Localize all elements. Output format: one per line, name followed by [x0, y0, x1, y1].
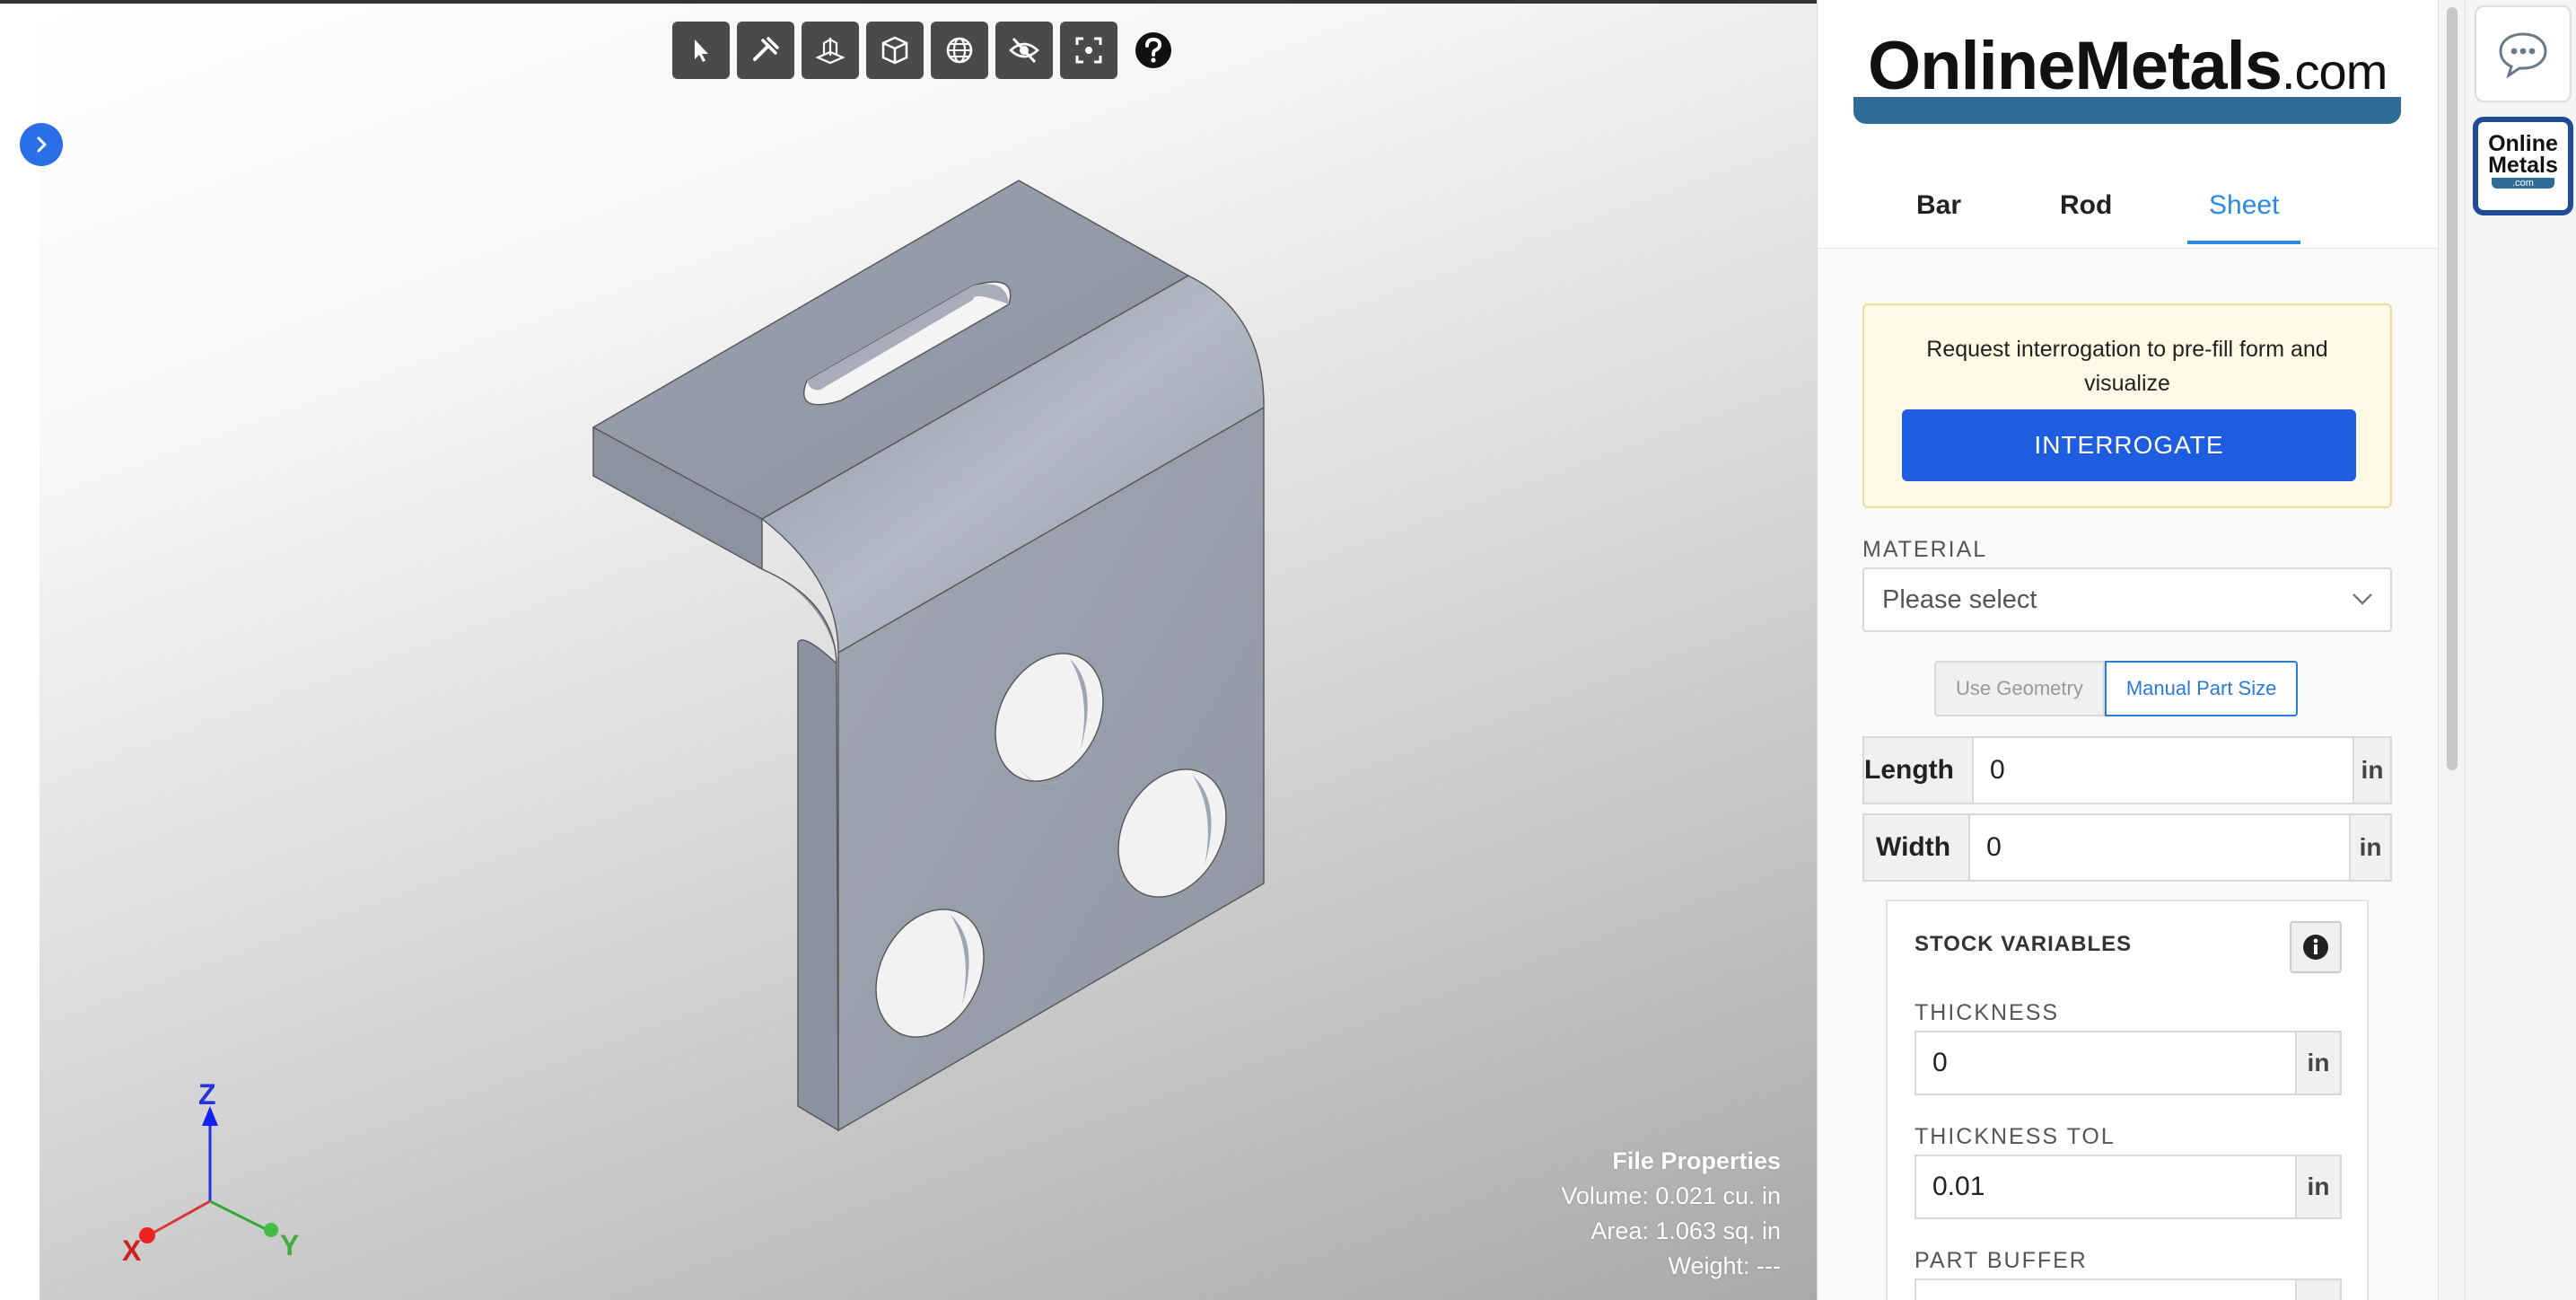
thickness-label: THICKNESS — [1914, 1000, 2060, 1025]
file-weight: Weight: --- — [1668, 1252, 1781, 1279]
interrogate-button[interactable]: INTERROGATE — [1902, 409, 2356, 481]
width-unit: in — [2349, 813, 2392, 882]
expand-sidebar-button[interactable] — [20, 123, 63, 166]
quote-panel: OnlineMetals.com Bar Rod Sheet Request i… — [1817, 0, 2438, 1300]
length-row: Length in — [1862, 736, 2392, 804]
left-strip — [0, 0, 39, 1300]
onlinemetals-app-button[interactable]: Online Metals .com — [2473, 117, 2573, 215]
app-logo-line1: Online — [2488, 131, 2558, 156]
interrogate-callout: Request interrogation to pre-fill form a… — [1862, 303, 2392, 508]
thickness-tol-unit: in — [2295, 1155, 2342, 1219]
part-buffer-label: PART BUFFER — [1914, 1248, 2088, 1273]
manual-part-size-button[interactable]: Manual Part Size — [2104, 661, 2299, 716]
length-label: Length — [1862, 736, 1974, 804]
file-properties: File Properties Volume: 0.021 cu. in Are… — [1561, 1144, 1781, 1284]
app-logo-line2: Metals — [2488, 153, 2558, 178]
size-mode-toggle: Use Geometry Manual Part Size — [1934, 661, 2299, 716]
info-icon — [2303, 935, 2328, 960]
stock-info-button[interactable] — [2290, 921, 2342, 973]
stock-variables-title: STOCK VARIABLES — [1914, 932, 2133, 956]
chevron-right-icon — [37, 136, 47, 153]
file-volume: Volume: 0.021 cu. in — [1561, 1182, 1781, 1209]
brand-name: OnlineMetals — [1868, 28, 2282, 104]
material-label: MATERIAL — [1862, 537, 1988, 562]
brand-suffix: .com — [2282, 43, 2388, 100]
thickness-row: in — [1914, 1031, 2342, 1095]
part-buffer-input[interactable] — [1914, 1278, 2295, 1300]
stock-type-tabs: Bar Rod Sheet — [1818, 163, 2438, 249]
z-axis-label: Z — [198, 1078, 216, 1111]
thickness-tol-row: in — [1914, 1155, 2342, 1219]
stock-variables-section: STOCK VARIABLES THICKNESS in THICKNESS T… — [1886, 900, 2369, 1300]
tab-rod[interactable]: Rod — [2060, 190, 2112, 241]
chat-bubble-icon — [2499, 32, 2547, 79]
3d-viewport[interactable]: Z X Y File Properties Volume: 0.021 cu. … — [39, 0, 1817, 1300]
file-area: Area: 1.063 sq. in — [1590, 1217, 1781, 1244]
thickness-input[interactable] — [1914, 1031, 2295, 1095]
chevron-down-icon — [2353, 593, 2372, 605]
panel-scrollbar[interactable] — [2438, 0, 2466, 1300]
length-unit: in — [2352, 736, 2392, 804]
brand-underline — [1853, 97, 2401, 124]
interrogate-message: Request interrogation to pre-fill form a… — [1926, 337, 2328, 396]
thickness-unit: in — [2295, 1031, 2342, 1095]
width-row: Width in — [1862, 813, 2392, 882]
width-label: Width — [1862, 813, 1971, 882]
width-input[interactable] — [1970, 813, 2350, 882]
tab-sheet[interactable]: Sheet — [2187, 190, 2301, 244]
material-select[interactable]: Please select — [1862, 567, 2392, 632]
brand-logo: OnlineMetals.com — [1868, 27, 2388, 105]
y-axis-label: Y — [280, 1229, 299, 1261]
axis-triad: Z X Y — [122, 1078, 299, 1267]
part-buffer-row — [1914, 1278, 2342, 1300]
material-select-value: Please select — [1882, 585, 2037, 614]
brand-header: OnlineMetals.com — [1818, 0, 2438, 164]
thickness-tol-label: THICKNESS TOL — [1914, 1124, 2116, 1149]
file-properties-title: File Properties — [1612, 1147, 1781, 1174]
use-geometry-button[interactable]: Use Geometry — [1934, 661, 2105, 716]
part-buffer-unit — [2295, 1278, 2342, 1300]
right-app-rail: Online Metals .com — [2465, 0, 2576, 1300]
length-input[interactable] — [1973, 736, 2353, 804]
x-axis-label: X — [122, 1234, 142, 1267]
chat-button[interactable] — [2475, 5, 2572, 102]
tab-bar[interactable]: Bar — [1916, 190, 1961, 241]
scrollbar-thumb[interactable] — [2447, 7, 2458, 770]
thickness-tol-input[interactable] — [1914, 1155, 2295, 1219]
app-logo-line3: .com — [2492, 178, 2554, 189]
